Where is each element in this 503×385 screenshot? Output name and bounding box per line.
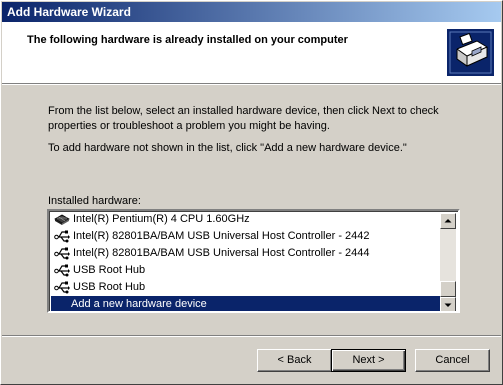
usb-icon (54, 264, 70, 277)
usb-icon (54, 230, 70, 243)
list-item-label: Intel(R) Pentium(R) 4 CPU 1.60GHz (73, 213, 250, 225)
list-item[interactable]: Intel(R) 82801BA/BAM USB Universal Host … (51, 245, 443, 262)
installed-hardware-list[interactable]: Intel(R) Pentium(R) 4 CPU 1.60GHz Intel(… (47, 209, 460, 313)
next-button[interactable]: Next > (331, 349, 406, 372)
list-item[interactable]: USB Root Hub (51, 262, 443, 279)
list-scrollbar[interactable] (440, 213, 456, 311)
usb-icon (54, 281, 70, 294)
list-item[interactable]: USB Root Hub (51, 279, 443, 296)
cpu-icon (54, 214, 70, 225)
list-item-label: Intel(R) 82801BA/BAM USB Universal Host … (73, 247, 370, 259)
add-new-hardware-item[interactable]: Add a new hardware device (51, 296, 443, 311)
list-item-label: USB Root Hub (73, 264, 146, 276)
add-hardware-wizard-window: Add Hardware Wizard The following hardwa… (0, 0, 503, 385)
list-item-label: USB Root Hub (73, 281, 146, 293)
cancel-button[interactable]: Cancel (415, 349, 490, 372)
back-button[interactable]: < Back (257, 349, 332, 372)
scroll-down-button[interactable] (440, 297, 456, 311)
arrow-down-icon (444, 303, 452, 307)
header-divider (2, 84, 501, 85)
header-title: The following hardware is already instal… (27, 34, 348, 46)
list-item-label: Add a new hardware device (71, 298, 207, 310)
window-title: Add Hardware Wizard (7, 5, 131, 19)
instruction-text-2: To add hardware not shown in the list, c… (48, 142, 407, 154)
installed-hardware-label: Installed hardware: (48, 195, 141, 207)
hardware-wizard-icon (447, 29, 494, 76)
wizard-header: The following hardware is already instal… (2, 22, 501, 84)
scroll-up-button[interactable] (440, 213, 456, 229)
scroll-thumb[interactable] (440, 281, 456, 297)
list-item[interactable]: Intel(R) Pentium(R) 4 CPU 1.60GHz (51, 211, 443, 228)
arrow-up-icon (444, 219, 452, 223)
usb-icon (54, 247, 70, 260)
title-bar[interactable]: Add Hardware Wizard (2, 2, 501, 22)
list-item-label: Intel(R) 82801BA/BAM USB Universal Host … (73, 230, 370, 242)
footer-divider (2, 335, 501, 337)
list-item[interactable]: Intel(R) 82801BA/BAM USB Universal Host … (51, 228, 443, 245)
instruction-text-1: From the list below, select an installed… (48, 105, 439, 132)
